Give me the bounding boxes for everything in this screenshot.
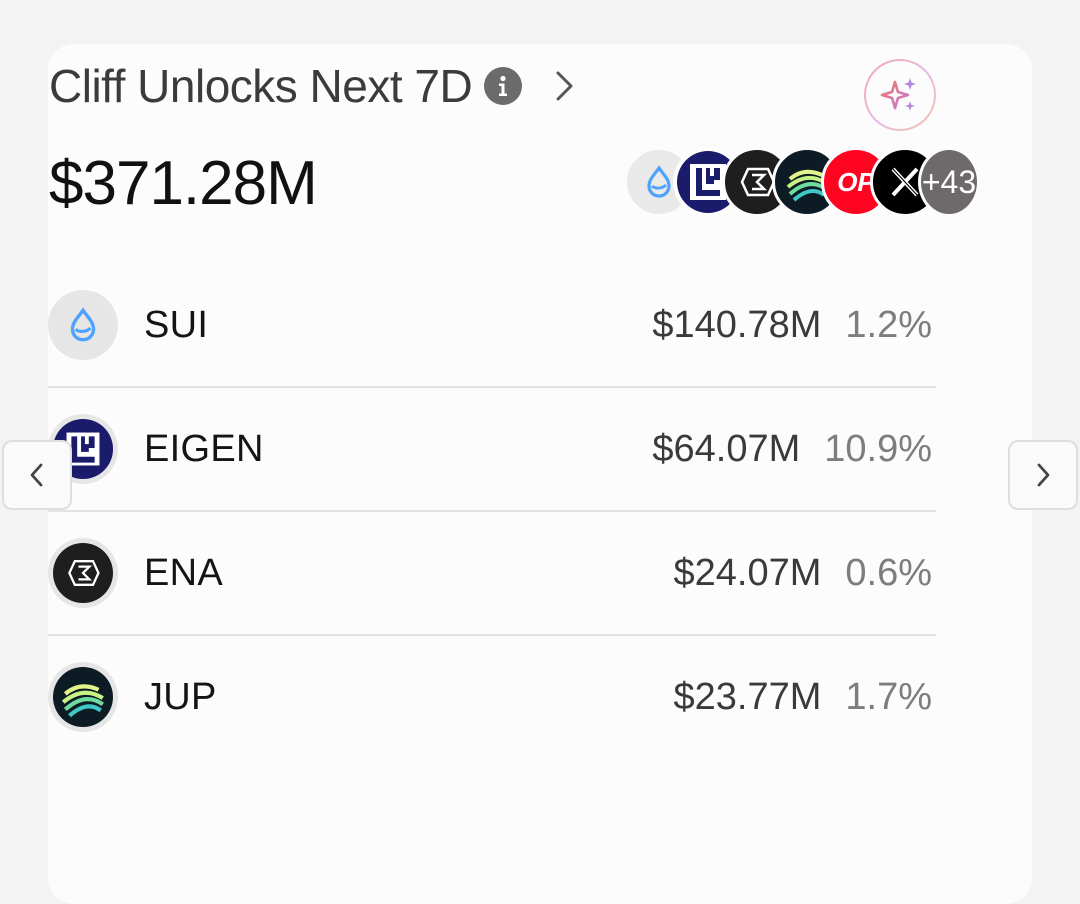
unlock-value: $24.07M	[673, 551, 822, 594]
unlock-percent: 0.6%	[845, 551, 932, 594]
list-item[interactable]: EIGEN $64.07M 10.9%	[48, 386, 936, 510]
token-unlock-list: SUI $140.78M 1.2% EIGEN $64.07M 10.9% EN…	[48, 264, 936, 758]
card-title[interactable]: Cliff Unlocks Next 7D	[49, 59, 473, 113]
info-icon[interactable]	[484, 67, 523, 105]
unlock-value: $64.07M	[652, 427, 801, 470]
total-unlock-value: $371.28M	[49, 149, 318, 218]
ai-insights-button[interactable]	[864, 59, 936, 131]
chevron-left-icon	[30, 463, 43, 487]
previous-card-button[interactable]	[2, 440, 72, 510]
unlock-percent: 1.2%	[845, 303, 932, 346]
more-tokens-badge[interactable]: +43	[918, 147, 980, 217]
token-symbol: SUI	[144, 303, 209, 346]
list-item[interactable]: ENA $24.07M 0.6%	[48, 510, 936, 634]
token-symbol: JUP	[144, 675, 217, 718]
chevron-right-icon[interactable]	[554, 69, 576, 103]
token-avatar-stack[interactable]: OP +43	[576, 147, 980, 217]
list-item[interactable]: JUP $23.77M 1.7%	[48, 634, 936, 758]
card-header[interactable]: Cliff Unlocks Next 7D	[49, 58, 576, 114]
unlock-percent: 1.7%	[845, 675, 932, 718]
sparkles-icon	[880, 78, 916, 111]
token-symbol: ENA	[144, 551, 224, 594]
sui-icon	[48, 290, 118, 360]
list-item[interactable]: SUI $140.78M 1.2%	[48, 264, 936, 386]
next-card-button[interactable]	[1008, 440, 1078, 510]
unlock-percent: 10.9%	[824, 427, 932, 470]
unlock-value: $23.77M	[673, 675, 822, 718]
unlock-value: $140.78M	[652, 303, 822, 346]
chevron-right-icon	[1037, 463, 1050, 487]
jup-icon	[48, 662, 118, 732]
ena-icon	[48, 538, 118, 608]
token-symbol: EIGEN	[144, 427, 264, 470]
